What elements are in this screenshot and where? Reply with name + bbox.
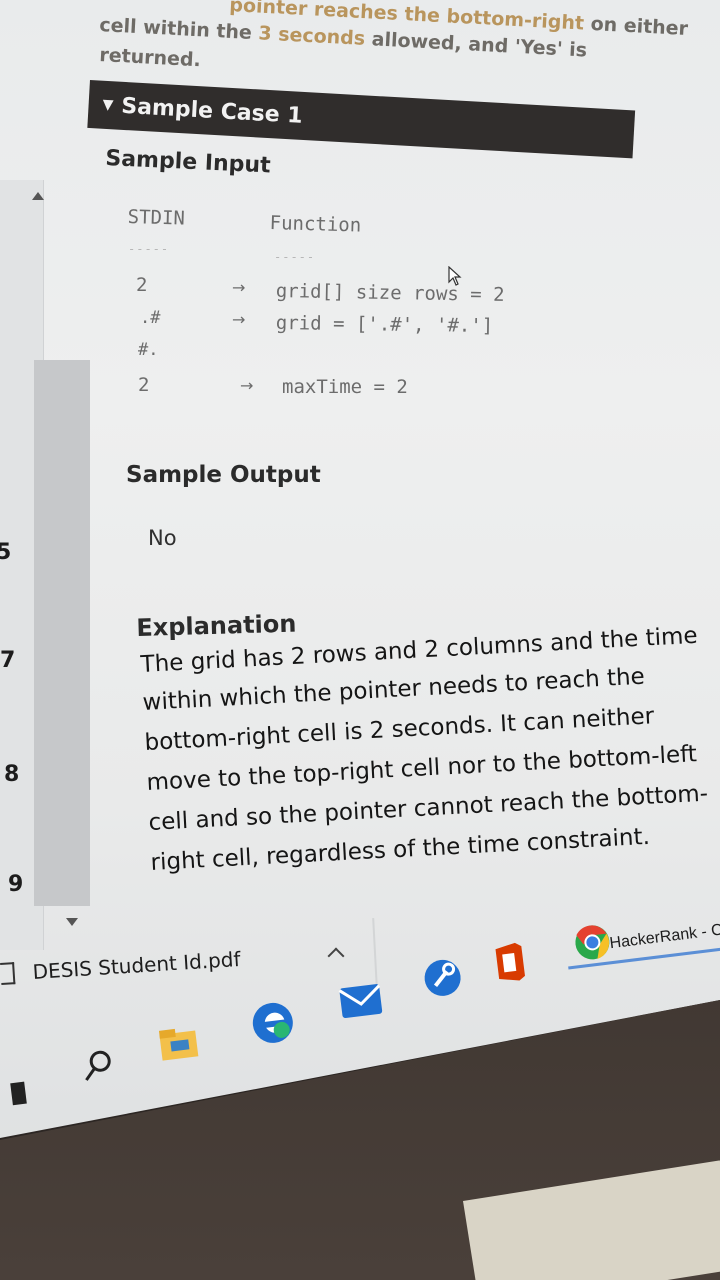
settings-icon[interactable] xyxy=(420,956,465,1001)
stdin-value: 2 xyxy=(138,374,150,396)
hackerrank-taskbar-label[interactable]: HackerRank - C xyxy=(609,921,720,953)
sample-case-header[interactable]: ▼ Sample Case 1 xyxy=(87,80,636,159)
stdin-column-header: STDIN xyxy=(127,206,186,230)
line-number: 9 xyxy=(8,872,24,897)
sample-case-title: Sample Case 1 xyxy=(120,93,304,129)
start-edge-icon[interactable] xyxy=(10,1081,27,1106)
stdin-value: .# xyxy=(140,308,161,328)
line-number: 5 xyxy=(0,540,12,565)
function-value: maxTime = 2 xyxy=(282,376,408,398)
column-divider: ----- xyxy=(128,242,170,256)
explanation-heading: Explanation xyxy=(136,609,297,642)
column-divider: ----- xyxy=(274,250,316,264)
stdin-value: #. xyxy=(138,340,159,360)
scrollbar-track[interactable] xyxy=(34,360,90,906)
sample-output-value: No xyxy=(148,526,177,550)
mail-icon[interactable] xyxy=(336,978,385,1023)
function-value: grid[] size rows = 2 xyxy=(275,280,505,306)
office-icon[interactable] xyxy=(489,939,532,985)
arrow-icon: → xyxy=(240,376,254,395)
problem-text: cell within the xyxy=(98,14,253,44)
line-number: 7 xyxy=(0,648,16,673)
chrome-icon[interactable] xyxy=(571,921,613,963)
problem-text-line: returned. xyxy=(99,44,201,71)
arrow-icon: → xyxy=(232,278,246,297)
problem-text: returned. xyxy=(98,44,202,72)
scroll-down-arrow[interactable] xyxy=(66,918,78,926)
sample-output-heading: Sample Output xyxy=(126,462,321,488)
function-value: grid = ['.#', '#.'] xyxy=(275,312,494,338)
search-icon[interactable] xyxy=(79,1047,117,1085)
arrow-icon: → xyxy=(232,310,246,329)
pdf-file-icon xyxy=(0,962,16,985)
edge-browser-icon[interactable] xyxy=(248,998,297,1047)
file-explorer-icon[interactable] xyxy=(157,1024,201,1063)
sample-input-heading: Sample Input xyxy=(104,146,272,179)
highlighted-text: 3 seconds xyxy=(257,22,366,50)
line-number: 8 xyxy=(4,762,20,787)
stdin-value: 2 xyxy=(136,274,148,296)
scroll-up-arrow[interactable] xyxy=(32,192,44,200)
collapse-triangle-icon[interactable]: ▼ xyxy=(102,97,114,114)
problem-text: allowed, and 'Yes' is xyxy=(371,28,588,62)
problem-text: on either xyxy=(590,12,689,41)
function-column-header: Function xyxy=(269,212,362,237)
mouse-cursor-icon xyxy=(448,266,462,286)
